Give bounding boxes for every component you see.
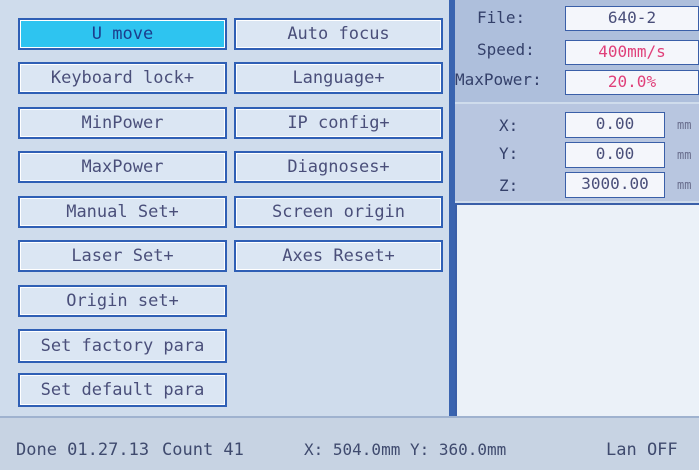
x-axis-unit: mm: [677, 118, 692, 132]
origin-set-button[interactable]: Origin set+: [18, 285, 227, 317]
status-coordinates: X: 504.0mm Y: 360.0mm: [304, 440, 507, 459]
file-label: File:: [477, 8, 526, 27]
language-button[interactable]: Language+: [234, 62, 443, 94]
file-value: 640-2: [565, 6, 699, 31]
y-axis-value: 0.00: [565, 142, 665, 168]
y-axis-label: Y:: [499, 144, 519, 163]
status-done: Done 01.27.13: [16, 440, 150, 460]
status-bar: Done 01.27.13 Count 41 X: 504.0mm Y: 360…: [0, 416, 699, 470]
x-axis-value: 0.00: [565, 112, 665, 138]
controller-screen: U move Keyboard lock+ MinPower MaxPower …: [0, 0, 699, 470]
z-axis-unit: mm: [677, 178, 692, 192]
auto-focus-button[interactable]: Auto focus: [234, 18, 443, 50]
min-power-button[interactable]: MinPower: [18, 107, 227, 139]
status-count: Count 41: [162, 440, 244, 460]
y-axis-unit: mm: [677, 148, 692, 162]
diagnoses-button[interactable]: Diagnoses+: [234, 151, 443, 183]
set-default-para-button[interactable]: Set default para: [18, 373, 227, 407]
speed-value: 400mm/s: [565, 40, 699, 65]
x-axis-label: X:: [499, 116, 519, 135]
axes-panel: X: 0.00 mm Y: 0.00 mm Z: 3000.00 mm: [455, 104, 699, 201]
u-move-button[interactable]: U move: [18, 18, 227, 50]
maxpower-value: 20.0%: [565, 70, 699, 95]
file-info-panel: File: 640-2 Speed: 400mm/s MaxPower: 20.…: [455, 0, 699, 102]
max-power-button[interactable]: MaxPower: [18, 151, 227, 183]
status-lan: Lan OFF: [606, 440, 678, 460]
manual-set-button[interactable]: Manual Set+: [18, 196, 227, 228]
axes-reset-button[interactable]: Axes Reset+: [234, 240, 443, 272]
keyboard-lock-button[interactable]: Keyboard lock+: [18, 62, 227, 94]
screen-origin-button[interactable]: Screen origin: [234, 196, 443, 228]
ip-config-button[interactable]: IP config+: [234, 107, 443, 139]
speed-label: Speed:: [477, 40, 535, 59]
maxpower-label: MaxPower:: [455, 70, 542, 89]
z-axis-label: Z:: [499, 176, 519, 195]
z-axis-value: 3000.00: [565, 172, 665, 198]
preview-area: [455, 203, 699, 416]
laser-set-button[interactable]: Laser Set+: [18, 240, 227, 272]
set-factory-para-button[interactable]: Set factory para: [18, 329, 227, 363]
